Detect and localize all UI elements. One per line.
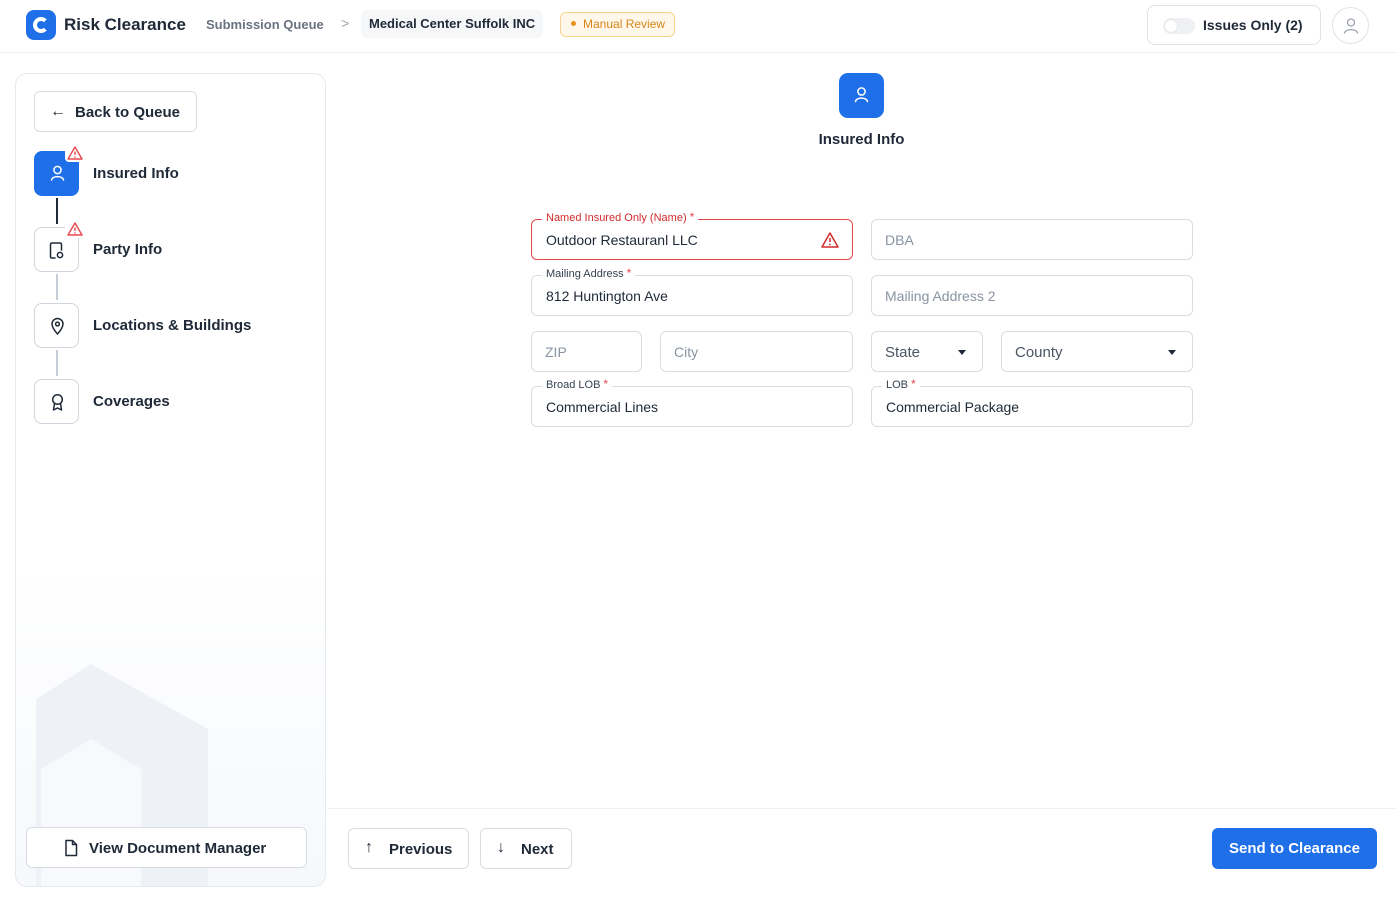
app-title: Risk Clearance [64,15,186,34]
top-bar: Risk Clearance Submission Queue > Medica… [0,0,1396,53]
step-locations-buildings-label: Locations & Buildings [93,317,252,334]
lob-value[interactable]: Commercial Package [886,399,1019,415]
mailing-address-value[interactable]: 812 Huntington Ave [546,288,668,304]
send-to-clearance-button[interactable]: Send to Clearance [1212,828,1377,869]
section-title: Insured Info [818,131,905,148]
step-connector [56,198,58,224]
state-placeholder: State [885,344,921,361]
user-icon [1343,18,1359,34]
named-insured-field[interactable]: Named Insured Only (Name) * Outdoor Resta… [531,210,853,260]
arrow-left-icon: ← [50,103,66,120]
named-insured-label: Named Insured Only (Name) * [542,210,699,224]
city-placeholder: City [674,344,699,360]
broad-lob-value[interactable]: Commercial Lines [546,399,658,415]
broad-lob-field[interactable]: Broad LOB * Commercial Lines [531,377,853,427]
footer-bar: ↑ Previous ↓ Next Send to Clearance [327,808,1396,897]
chevron-down-icon [958,350,966,355]
file-icon [65,839,78,857]
warning-icon [65,144,85,162]
lob-label: LOB * [882,377,920,391]
status-dot-icon [571,21,576,26]
view-document-manager-label: View Document Manager [89,840,267,857]
step-party-info[interactable]: Party Info [34,220,294,273]
step-locations-buildings-box[interactable] [34,303,79,348]
previous-button[interactable]: ↑ Previous [348,828,469,869]
broad-lob-label: Broad LOB * [542,377,613,391]
dba-field[interactable]: DBA [871,219,1193,260]
zip-field[interactable]: ZIP [531,331,642,372]
back-to-queue-button[interactable]: ← Back to Queue [34,91,197,132]
step-coverages-label: Coverages [93,393,170,410]
warning-icon [65,220,85,238]
lob-field[interactable]: LOB * Commercial Package [871,377,1193,427]
app-logo-icon [26,10,56,40]
issues-only-label: Issues Only (2) [1203,17,1303,33]
mailing-address-field[interactable]: Mailing Address * 812 Huntington Ave [531,266,853,316]
section-user-icon [839,73,884,118]
award-icon [51,393,64,411]
status-badge: Manual Review [560,12,676,37]
step-insured-info-label: Insured Info [93,165,179,182]
mailing-address-2-field[interactable]: Mailing Address 2 [871,275,1193,316]
issues-only-toggle[interactable]: Issues Only (2) [1147,5,1321,45]
dba-placeholder: DBA [885,232,914,248]
step-coverages-box[interactable] [34,379,79,424]
breadcrumb-separator-icon: > [341,15,350,31]
named-insured-value[interactable]: Outdoor Restauranl LLC [546,232,698,248]
status-badge-label: Manual Review [583,17,666,31]
view-document-manager-button[interactable]: View Document Manager [26,827,307,868]
step-sidebar: ← Back to Queue Insured Info Party Info … [15,73,326,887]
previous-label: Previous [389,841,453,858]
county-select[interactable]: County [1001,331,1193,372]
back-to-queue-label: Back to Queue [75,104,181,121]
step-coverages[interactable]: Coverages [34,379,294,425]
mailing-address-label: Mailing Address * [542,266,636,280]
step-locations-buildings[interactable]: Locations & Buildings [34,303,294,349]
map-pin-icon [51,317,64,335]
mailing-address-2-placeholder: Mailing Address 2 [885,288,996,304]
step-insured-info[interactable]: Insured Info [34,144,294,197]
error-warning-icon [821,232,839,248]
toggle-switch[interactable] [1163,18,1195,34]
zip-placeholder: ZIP [545,344,567,360]
step-party-info-label: Party Info [93,241,163,258]
city-field[interactable]: City [660,331,853,372]
step-connector [56,350,58,376]
breadcrumb-submission-queue[interactable]: Submission Queue [206,17,324,32]
breadcrumb-current: Medical Center Suffolk INC [361,10,544,38]
state-select[interactable]: State [871,331,983,372]
county-placeholder: County [1015,344,1063,361]
chevron-down-icon [1168,350,1176,355]
arrow-down-icon: ↓ [497,839,505,856]
step-connector [56,274,58,300]
arrow-up-icon: ↑ [365,839,373,856]
next-button[interactable]: ↓ Next [480,828,572,869]
next-label: Next [521,841,554,858]
user-avatar[interactable] [1332,7,1369,44]
